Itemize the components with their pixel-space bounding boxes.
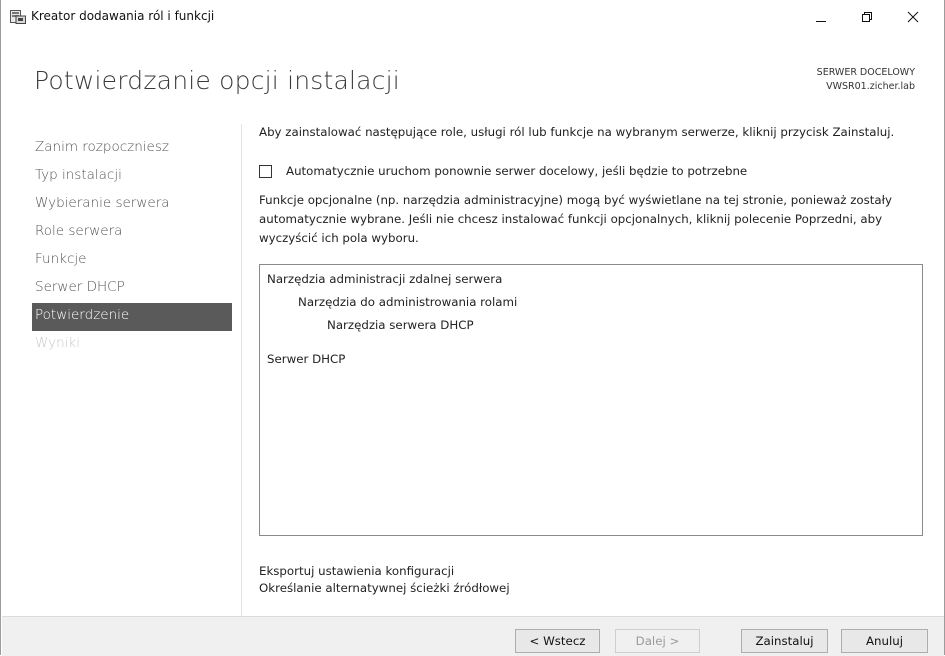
- export-settings-link[interactable]: Eksportuj ustawienia konfiguracji: [259, 563, 510, 580]
- cancel-button[interactable]: Anuluj: [841, 629, 928, 653]
- title-bar[interactable]: Kreator dodawania ról i funkcji: [1, 0, 944, 34]
- list-item: Narzędzia serwera DHCP: [327, 318, 474, 332]
- wizard-footer: < Wstecz Dalej > Zainstaluj Anuluj: [2, 616, 944, 656]
- sidebar-item-confirmation[interactable]: Potwierdzenie: [32, 303, 232, 331]
- alternate-source-link[interactable]: Określanie alternatywnej ścieżki źródłow…: [259, 580, 510, 597]
- sidebar-item-installation-type[interactable]: Typ instalacji: [32, 163, 232, 191]
- next-button: Dalej >: [615, 629, 700, 653]
- previous-button[interactable]: < Wstecz: [515, 629, 600, 653]
- minimize-button[interactable]: [801, 4, 841, 30]
- main-content: Aby zainstalować następujące role, usług…: [259, 125, 929, 595]
- server-manager-icon: [10, 9, 26, 24]
- list-item: Narzędzia administracji zdalnej serwera: [267, 272, 503, 286]
- window-title: Kreator dodawania ról i funkcji: [31, 9, 215, 23]
- nav-divider: [241, 124, 242, 616]
- sidebar-item-results: Wyniki: [35, 335, 80, 351]
- list-item: Narzędzia do administrowania rolami: [298, 295, 518, 309]
- restart-checkbox-label[interactable]: Automatycznie uruchom ponownie serwer do…: [286, 164, 747, 178]
- config-links: Eksportuj ustawienia konfiguracji Określ…: [259, 563, 510, 597]
- wizard-steps-nav: Zanim rozpoczniesz Typ instalacji Wybier…: [32, 135, 232, 359]
- destination-server-caption: SERWER DOCELOWY: [816, 67, 915, 78]
- restart-checkbox[interactable]: [259, 164, 272, 178]
- minimize-icon: [816, 21, 826, 22]
- close-button[interactable]: [893, 4, 933, 30]
- sidebar-item-server-roles[interactable]: Role serwera: [32, 219, 232, 247]
- optional-features-note: Funkcje opcjonalne (np. narzędzia admini…: [259, 193, 892, 245]
- list-item: Serwer DHCP: [267, 352, 346, 366]
- intro-text: Aby zainstalować następujące role, usług…: [259, 125, 895, 139]
- destination-server-info: SERWER DOCELOWY VWSR01.zicher.lab: [817, 66, 915, 94]
- install-button[interactable]: Zainstaluj: [741, 629, 828, 653]
- sidebar-item-server-selection[interactable]: Wybieranie serwera: [32, 191, 232, 219]
- sidebar-item-dhcp-server[interactable]: Serwer DHCP: [32, 275, 232, 303]
- destination-server-name: VWSR01.zicher.lab: [826, 81, 915, 92]
- close-icon: [907, 11, 919, 23]
- page-title: Potwierdzanie opcji instalacji: [34, 66, 400, 95]
- selected-features-list[interactable]: Narzędzia administracji zdalnej serwera …: [259, 264, 923, 536]
- restore-button[interactable]: [847, 4, 887, 30]
- restart-option[interactable]: Automatycznie uruchom ponownie serwer do…: [259, 164, 747, 178]
- restore-icon: [862, 12, 872, 22]
- wizard-window: Kreator dodawania ról i funkcji Potwierd…: [0, 0, 945, 656]
- sidebar-item-features[interactable]: Funkcje: [32, 247, 232, 275]
- sidebar-item-before-you-begin[interactable]: Zanim rozpoczniesz: [32, 135, 232, 163]
